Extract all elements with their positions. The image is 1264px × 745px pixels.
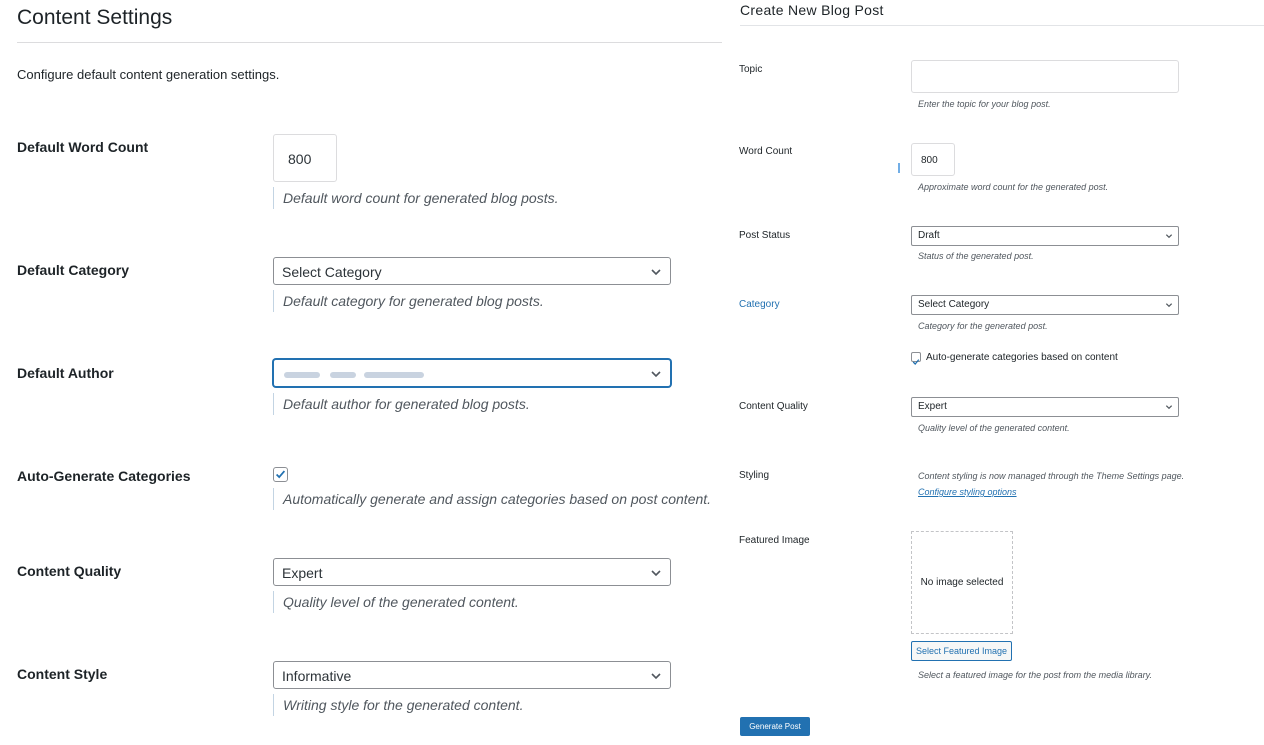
select-featured-image-button[interactable]: Select Featured Image (911, 641, 1012, 661)
content-quality-desc: Quality level of the generated content. (918, 423, 1070, 433)
field-marker (898, 163, 900, 173)
redacted-author-email (329, 372, 356, 379)
chevron-down-icon (651, 673, 661, 680)
content-settings-title: Content Settings (17, 6, 173, 29)
content-settings-intro: Configure default content generation set… (17, 67, 280, 82)
default-category-value: Select Category (282, 264, 382, 280)
word-count-label: Word Count (739, 146, 793, 157)
word-count-input[interactable]: 800 (911, 143, 955, 176)
topic-label: Topic (739, 64, 763, 75)
topic-input[interactable] (911, 60, 1179, 93)
auto-generate-categories-checkbox[interactable] (273, 467, 288, 482)
featured-image-preview: No image selected (911, 531, 1013, 634)
content-quality-select[interactable]: Expert (911, 397, 1179, 417)
default-category-label: Default Category (17, 262, 130, 278)
featured-image-label: Featured Image (739, 535, 810, 546)
create-post-title: Create New Blog Post (740, 2, 884, 18)
content-style-desc: Writing style for the generated content. (273, 694, 523, 716)
auto-generate-categories-checkbox[interactable] (911, 352, 921, 365)
featured-image-desc: Select a featured image for the post fro… (918, 670, 1152, 680)
chevron-down-icon (1165, 405, 1173, 410)
category-select[interactable]: Select Category (911, 295, 1179, 315)
post-status-label: Post Status (739, 230, 791, 241)
post-status-desc: Status of the generated post. (918, 251, 1034, 261)
featured-image-placeholder: No image selected (920, 577, 1004, 588)
auto-generate-categories-label: Auto-generate categories based on conten… (926, 352, 1118, 363)
generate-post-button[interactable]: Generate Post (740, 717, 810, 736)
default-author-select[interactable] (273, 359, 671, 387)
chevron-down-icon (1165, 234, 1173, 239)
chevron-down-icon (1165, 303, 1173, 308)
content-style-value: Informative (282, 668, 352, 684)
auto-generate-categories-label: Auto-Generate Categories (17, 468, 191, 484)
content-style-label: Content Style (17, 666, 108, 682)
topic-desc: Enter the topic for your blog post. (918, 99, 1051, 109)
default-author-label: Default Author (17, 365, 114, 381)
content-quality-select[interactable]: Expert (273, 558, 671, 586)
content-quality-value: Expert (918, 401, 947, 412)
post-status-value: Draft (918, 230, 940, 241)
styling-label: Styling (739, 470, 770, 481)
default-word-count-desc: Default word count for generated blog po… (273, 187, 559, 209)
content-settings-divider (17, 42, 722, 43)
checkmark-icon (275, 470, 286, 479)
content-style-select[interactable]: Informative (273, 661, 671, 689)
content-quality-value: Expert (282, 565, 323, 581)
category-label[interactable]: Category (739, 299, 780, 310)
chevron-down-icon (651, 570, 661, 577)
category-desc: Category for the generated post. (918, 321, 1048, 331)
styling-desc: Content styling is now managed through t… (918, 471, 1185, 481)
post-status-select[interactable]: Draft (911, 226, 1179, 246)
create-post-divider (740, 25, 1264, 26)
category-value: Select Category (918, 299, 990, 310)
default-word-count-input[interactable]: 800 (273, 134, 337, 182)
content-quality-label: Content Quality (17, 563, 122, 579)
default-category-desc: Default category for generated blog post… (273, 290, 544, 312)
default-author-desc: Default author for generated blog posts. (273, 393, 530, 415)
default-word-count-label: Default Word Count (17, 139, 149, 155)
redacted-author-domain (363, 372, 424, 379)
content-quality-label: Content Quality (739, 401, 808, 412)
content-quality-desc: Quality level of the generated content. (273, 591, 519, 613)
configure-styling-link[interactable]: Configure styling options (918, 487, 1017, 497)
chevron-down-icon (651, 371, 661, 378)
word-count-desc: Approximate word count for the generated… (918, 182, 1109, 192)
default-category-select[interactable]: Select Category (273, 257, 671, 285)
auto-generate-categories-desc: Automatically generate and assign catego… (273, 488, 711, 510)
redacted-author-name (284, 372, 320, 379)
checkmark-icon (912, 359, 920, 365)
chevron-down-icon (651, 269, 661, 276)
